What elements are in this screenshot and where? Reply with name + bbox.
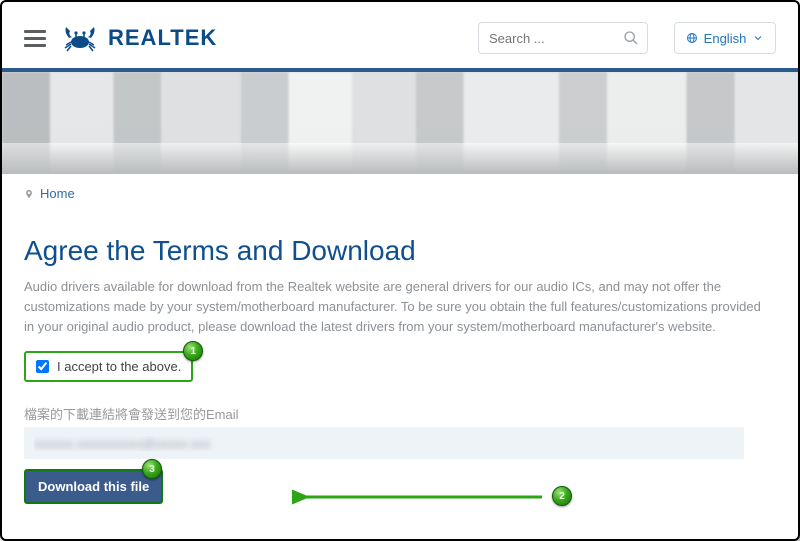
annotation-arrow: 2 bbox=[292, 486, 562, 508]
page-title: Agree the Terms and Download bbox=[24, 235, 776, 267]
pin-icon bbox=[24, 187, 34, 201]
annotation-badge-2: 2 bbox=[552, 486, 572, 506]
accept-terms-box[interactable]: I accept to the above. bbox=[24, 351, 193, 382]
crab-icon bbox=[60, 24, 100, 52]
email-caption: 檔案的下載連結將會發送到您的Email bbox=[24, 404, 776, 423]
accept-label: I accept to the above. bbox=[57, 359, 181, 374]
brand-logo[interactable]: REALTEK bbox=[60, 24, 217, 52]
email-input[interactable] bbox=[24, 427, 744, 459]
search-input[interactable] bbox=[479, 25, 647, 52]
language-selector[interactable]: English bbox=[674, 22, 776, 54]
chevron-down-icon bbox=[752, 32, 764, 44]
hero-banner bbox=[2, 72, 798, 174]
globe-icon bbox=[686, 32, 698, 44]
search-icon[interactable] bbox=[623, 30, 639, 46]
brand-text: REALTEK bbox=[108, 25, 217, 51]
accept-checkbox[interactable] bbox=[36, 360, 49, 373]
search-box[interactable] bbox=[478, 22, 648, 54]
menu-icon[interactable] bbox=[24, 26, 46, 51]
language-label: English bbox=[704, 31, 747, 46]
breadcrumb: Home bbox=[2, 174, 798, 201]
download-button[interactable]: Download this file bbox=[24, 469, 163, 504]
header-bar: REALTEK English bbox=[24, 16, 776, 60]
breadcrumb-home-link[interactable]: Home bbox=[40, 186, 75, 201]
annotation-badge-1: 1 bbox=[183, 341, 203, 361]
page-description: Audio drivers available for download fro… bbox=[24, 277, 764, 337]
